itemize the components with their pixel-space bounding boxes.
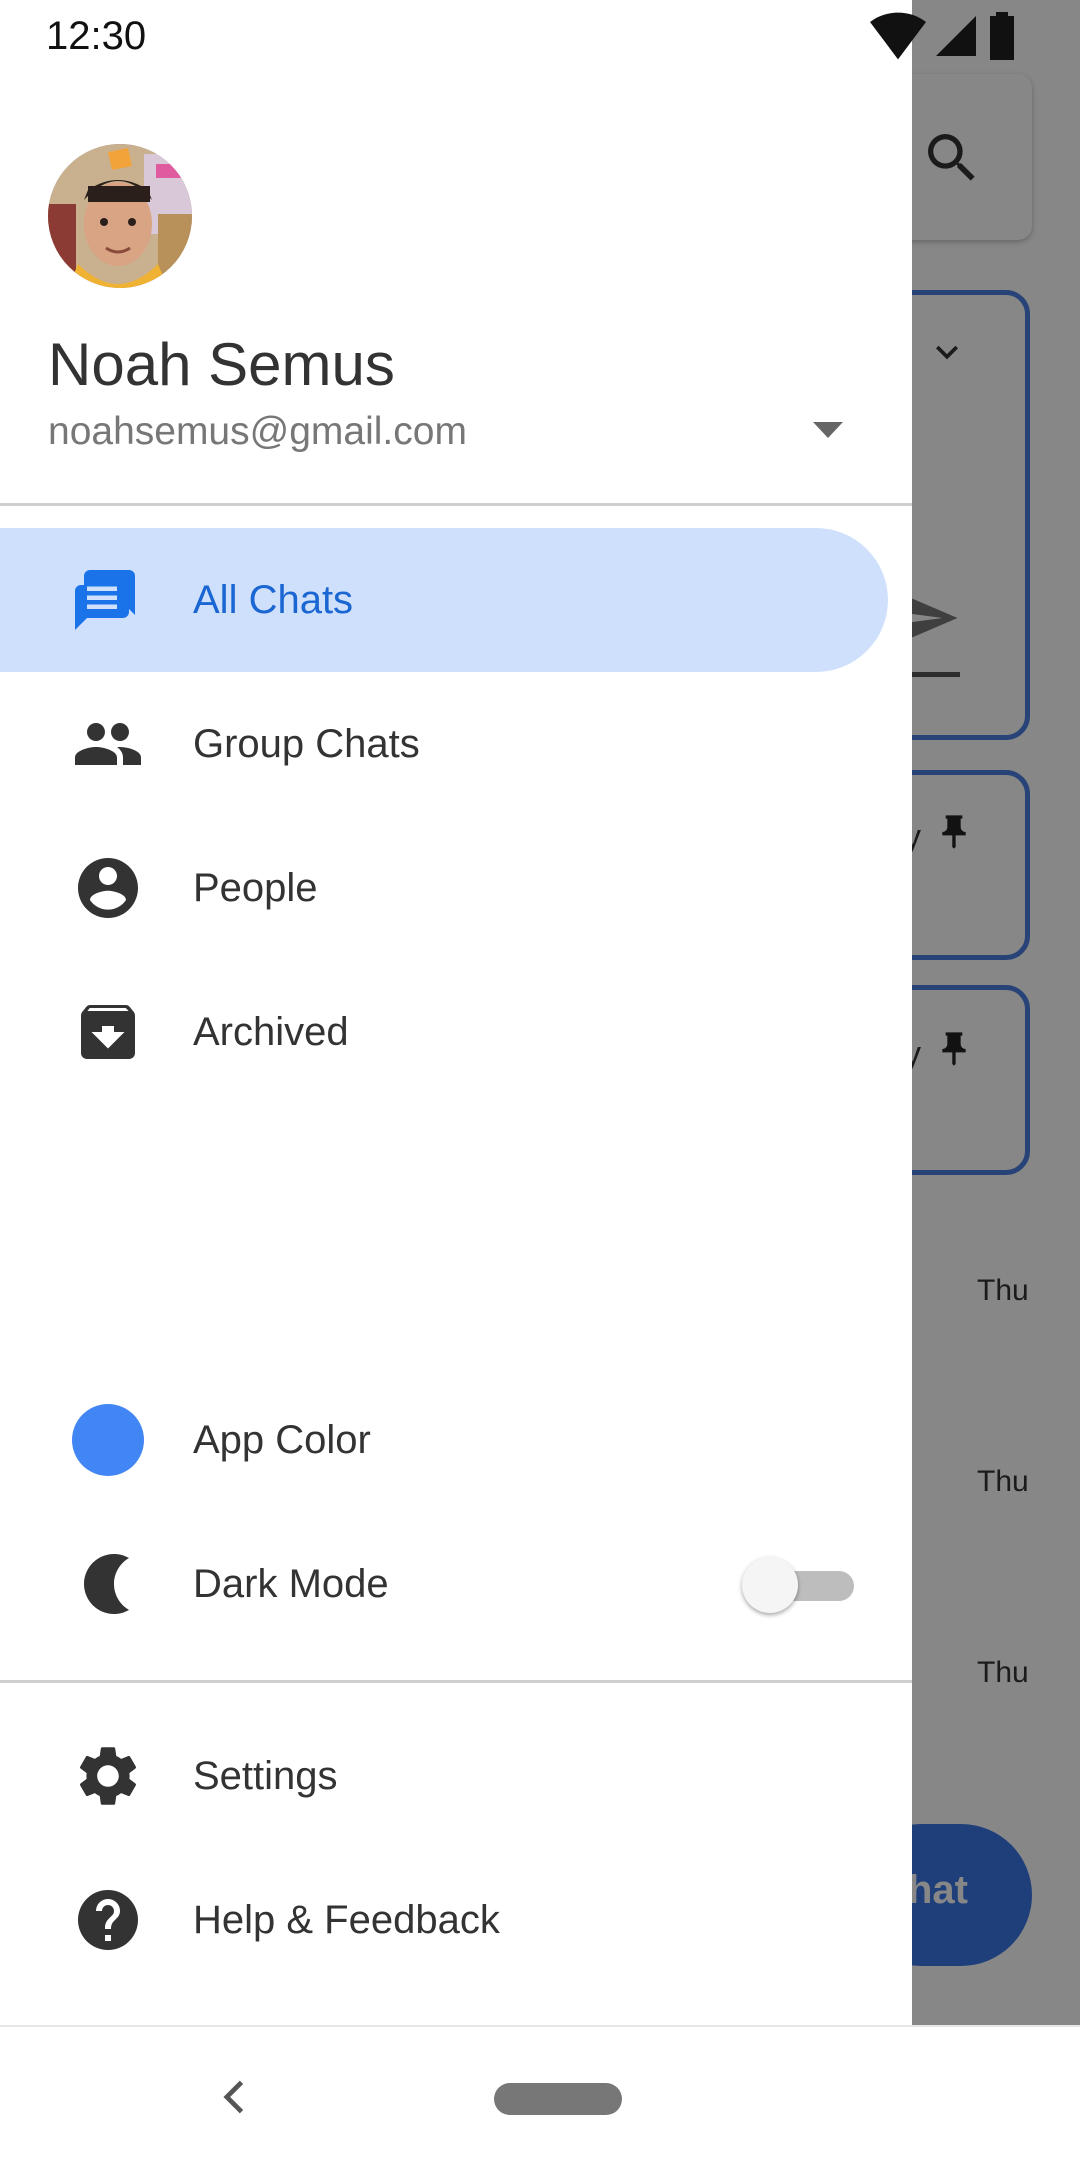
nav-item-label: Settings: [193, 1754, 338, 1798]
dark-mode-toggle[interactable]: [742, 1557, 854, 1613]
navigation-drawer: Noah Semus noahsemus@gmail.com All Chats…: [0, 0, 912, 2025]
nav-item-label: Group Chats: [193, 722, 420, 766]
status-time: 12:30: [46, 14, 147, 58]
nav-item-label: People: [193, 866, 318, 910]
nav-item-people[interactable]: People: [0, 816, 888, 960]
divider: [0, 1680, 912, 1683]
archive-icon: [72, 996, 144, 1068]
nav-item-label: Archived: [193, 1010, 349, 1054]
dark-mode-item[interactable]: Dark Mode: [0, 1512, 888, 1656]
nav-item-label: All Chats: [193, 578, 354, 622]
app-color-label: App Color: [193, 1418, 371, 1462]
back-icon[interactable]: [214, 2075, 258, 2119]
moon-icon: [72, 1548, 144, 1620]
account-email: noahsemus@gmail.com: [48, 410, 467, 453]
avatar-photo: [48, 144, 192, 288]
status-icons: [870, 12, 1018, 60]
cellular-signal-icon: [936, 16, 976, 56]
app-color-item[interactable]: App Color: [0, 1368, 888, 1512]
nav-item-settings[interactable]: Settings: [0, 1704, 888, 1848]
gear-icon: [72, 1740, 144, 1812]
account-switcher-button[interactable]: [810, 418, 846, 442]
divider: [0, 503, 912, 506]
battery-icon: [990, 12, 1014, 60]
dropdown-arrow-icon: [813, 422, 843, 438]
account-name: Noah Semus: [48, 331, 395, 398]
person-icon: [72, 852, 144, 924]
dark-mode-label: Dark Mode: [193, 1562, 389, 1606]
help-icon: [72, 1884, 144, 1956]
avatar[interactable]: [48, 144, 192, 288]
nav-item-help-feedback[interactable]: Help & Feedback: [0, 1848, 888, 1992]
group-icon: [72, 708, 144, 780]
chat-icon: [72, 564, 144, 636]
nav-item-archived[interactable]: Archived: [0, 960, 888, 1104]
color-swatch-icon: [72, 1404, 144, 1476]
home-pill-button[interactable]: [494, 2083, 622, 2115]
nav-item-label: Help & Feedback: [193, 1898, 500, 1942]
wifi-icon: [870, 12, 926, 60]
system-navigation-bar: [0, 2025, 1080, 2162]
nav-item-all-chats[interactable]: All Chats: [0, 528, 888, 672]
nav-item-group-chats[interactable]: Group Chats: [0, 672, 888, 816]
